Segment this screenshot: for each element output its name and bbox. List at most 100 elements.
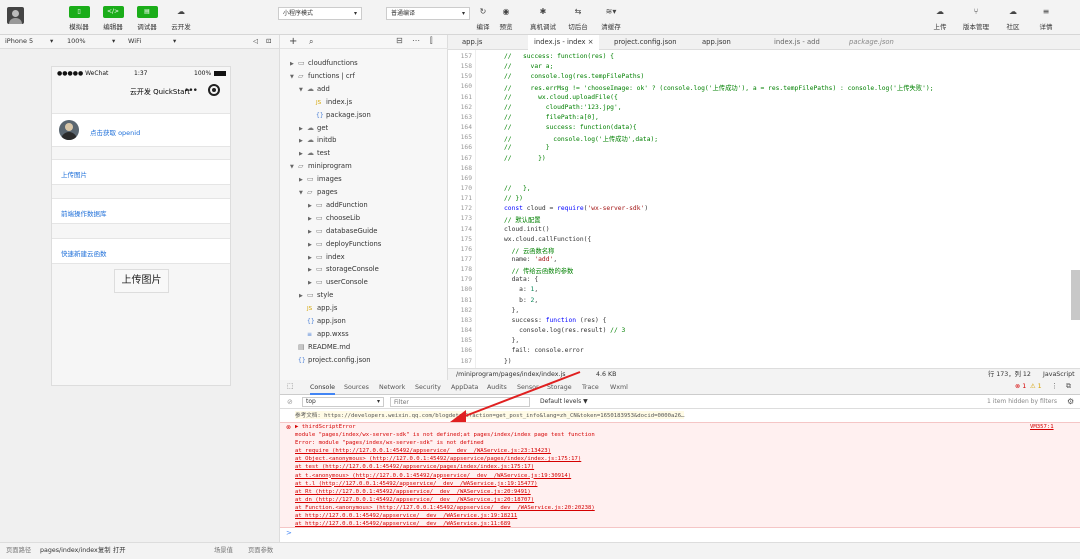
devtools-tab[interactable]: Security: [415, 380, 441, 395]
open-link[interactable]: 打开: [113, 543, 126, 559]
capsule-menu[interactable]: •••: [182, 84, 222, 98]
line-number: 159: [460, 73, 472, 81]
more-options-icon[interactable]: ⋯: [412, 36, 420, 45]
console-prompt[interactable]: >: [286, 529, 292, 537]
tree-item[interactable]: {} package.json: [308, 109, 371, 121]
tree-item[interactable]: ▶ ▭ cloudfunctions: [290, 57, 358, 69]
zoom-select[interactable]: 100%: [67, 37, 86, 45]
scene-button[interactable]: 场景值: [214, 543, 233, 559]
device-select[interactable]: iPhone 5: [5, 37, 33, 45]
tree-item[interactable]: ▶ ☁ initdb: [299, 134, 336, 146]
stack-trace-line[interactable]: at t.<anonymous> (http://127.0.0.1:45492…: [295, 473, 571, 479]
cloud-dev-button[interactable]: ☁ 云开发: [162, 6, 200, 31]
tree-item[interactable]: ▶ ☁ test: [299, 147, 330, 159]
editor-scrollbar[interactable]: [1071, 270, 1080, 320]
remote-debug-button[interactable]: ✱ 真机调试: [524, 6, 562, 31]
tree-item[interactable]: ▼ ▱ pages: [299, 186, 338, 198]
stack-trace-line[interactable]: at Rt (http://127.0.0.1:45492/appservice…: [295, 489, 531, 495]
gear-icon[interactable]: ⚙: [1067, 397, 1074, 406]
tree-item[interactable]: JS index.js: [308, 96, 352, 108]
compile-select[interactable]: 普通编译 ▾: [386, 7, 470, 20]
tree-item[interactable]: ▶ ▭ databaseGuide: [308, 225, 377, 237]
more-icon[interactable]: •••: [184, 86, 198, 96]
editor-button[interactable]: </> 编辑器: [94, 6, 132, 31]
tree-item[interactable]: ≡ app.wxss: [299, 328, 349, 340]
mode-select[interactable]: 小程序模式 ▾: [278, 7, 362, 20]
tree-item-label: cloudfunctions: [308, 59, 358, 67]
tree-item[interactable]: ▶ ▭ addFunction: [308, 199, 368, 211]
stack-trace-line[interactable]: at test (http://127.0.0.1:45492/appservi…: [295, 464, 534, 470]
rotate-icon[interactable]: ⊡: [266, 37, 271, 45]
upload-button[interactable]: ☁ 上传: [921, 6, 959, 31]
db-guide-item[interactable]: 前端操作数据库: [52, 198, 230, 224]
preview-button[interactable]: ◉ 预览: [487, 6, 525, 31]
tree-item[interactable]: ▼ ▱ functions | crf: [290, 70, 355, 82]
context-select[interactable]: top ▾: [302, 397, 384, 407]
tree-item[interactable]: ▶ ▭ chooseLib: [308, 212, 360, 224]
stack-trace-line[interactable]: at t.l (http://127.0.0.1:45492/appservic…: [295, 481, 537, 487]
console-output[interactable]: 参考文档: https://developers.weixin.qq.com/b…: [280, 409, 1080, 542]
error-source-link[interactable]: VM357:1: [1030, 424, 1054, 430]
copy-link[interactable]: 复制: [98, 543, 111, 559]
tree-item[interactable]: ▶ ▭ images: [299, 173, 342, 185]
editor-tab[interactable]: app.js: [456, 35, 488, 50]
stack-trace-line[interactable]: at dn (http://127.0.0.1:45492/appservice…: [295, 497, 534, 503]
tree-item[interactable]: ▼ ▱ miniprogram: [290, 160, 352, 172]
tree-item[interactable]: ▶ ▭ index: [308, 251, 345, 263]
more-options-icon[interactable]: ⋮: [1051, 382, 1058, 390]
tree-item[interactable]: {} project.config.json: [290, 354, 371, 366]
error-title[interactable]: ▶ thirdScriptError: [295, 424, 356, 430]
tree-item[interactable]: ▶ ☁ get: [299, 122, 328, 134]
stack-trace-line[interactable]: at http://127.0.0.1:45492/appservice/__d…: [295, 521, 511, 527]
details-button[interactable]: ≡ 详情: [1027, 6, 1065, 31]
user-avatar[interactable]: [7, 7, 24, 24]
openid-link[interactable]: 点击获取 openid: [90, 127, 140, 137]
add-icon[interactable]: +: [289, 36, 297, 47]
tree-item[interactable]: JS app.js: [299, 302, 337, 314]
code-editor[interactable]: 157 158 159 160 161 162 163 164 165 166 167 168 169 1…: [448, 50, 1080, 368]
hidden-items-text: 1 item hidden by filters: [987, 398, 1058, 405]
upload-image-item[interactable]: 上传图片: [52, 159, 230, 185]
collapse-icon[interactable]: ⊟: [396, 36, 403, 45]
split-icon[interactable]: ⫿: [430, 36, 433, 46]
cloud-icon: ☁: [177, 7, 185, 16]
editor-tab[interactable]: project.config.json: [608, 35, 683, 50]
openid-card[interactable]: 点击获取 openid: [52, 113, 230, 147]
network-select[interactable]: WiFi: [128, 37, 141, 45]
tree-item[interactable]: ▶ ▭ storageConsole: [308, 263, 379, 275]
error-count[interactable]: ⊗ 1: [1015, 383, 1026, 390]
undock-icon[interactable]: ⧉: [1066, 382, 1071, 391]
tree-item[interactable]: ▤ README.md: [290, 341, 350, 353]
devtools-tab[interactable]: Console: [310, 380, 335, 395]
warning-count[interactable]: ⚠ 1: [1030, 383, 1042, 390]
upload-image-button[interactable]: 上传图片: [114, 269, 169, 293]
editor-tab[interactable]: package.json: [843, 35, 900, 50]
stack-trace-line[interactable]: at Function.<anonymous> (http://127.0.0.…: [295, 505, 595, 511]
tree-item[interactable]: {} app.json: [299, 315, 346, 327]
devtools-tab[interactable]: Wxml: [610, 380, 628, 395]
volume-icon[interactable]: ◁: [253, 37, 258, 45]
editor-tab[interactable]: index.js - add: [768, 35, 826, 50]
simulator-button[interactable]: ▯ 模拟器: [60, 6, 98, 31]
new-cloud-fn-item[interactable]: 快速新建云函数: [52, 238, 230, 264]
tree-item[interactable]: ▶ ▭ deployFunctions: [308, 238, 381, 250]
clear-console-icon[interactable]: ⊘: [287, 398, 293, 406]
stack-trace-line[interactable]: at http://127.0.0.1:45492/appservice/__d…: [295, 513, 517, 519]
devtools-tab[interactable]: Network: [379, 380, 405, 395]
tree-item-label: images: [317, 175, 342, 184]
params-button[interactable]: 页面参数: [248, 543, 273, 559]
tree-item[interactable]: ▶ ▭ userConsole: [308, 276, 368, 288]
devtools-tab[interactable]: Sources: [344, 380, 369, 395]
inspect-icon[interactable]: ⬚: [287, 382, 294, 390]
debugger-button[interactable]: ▤ 调试器: [128, 6, 166, 31]
editor-tab[interactable]: app.json: [696, 35, 737, 50]
clear-cache-button[interactable]: ≋▾ 清缓存: [592, 6, 630, 31]
tree-item[interactable]: ▼ ☁ add: [299, 83, 330, 95]
editor-tab[interactable]: index.js - index ×: [528, 35, 600, 50]
stack-trace-line[interactable]: at Object.<anonymous> (http://127.0.0.1:…: [295, 456, 581, 462]
stack-trace-line[interactable]: at require (http://127.0.0.1:45492/appse…: [295, 448, 551, 454]
language-mode[interactable]: JavaScript: [1043, 369, 1075, 380]
search-icon[interactable]: ⌕: [309, 37, 313, 47]
tree-item[interactable]: ▶ ▭ style: [299, 289, 333, 301]
version-button[interactable]: ⑂ 版本管理: [957, 6, 995, 31]
